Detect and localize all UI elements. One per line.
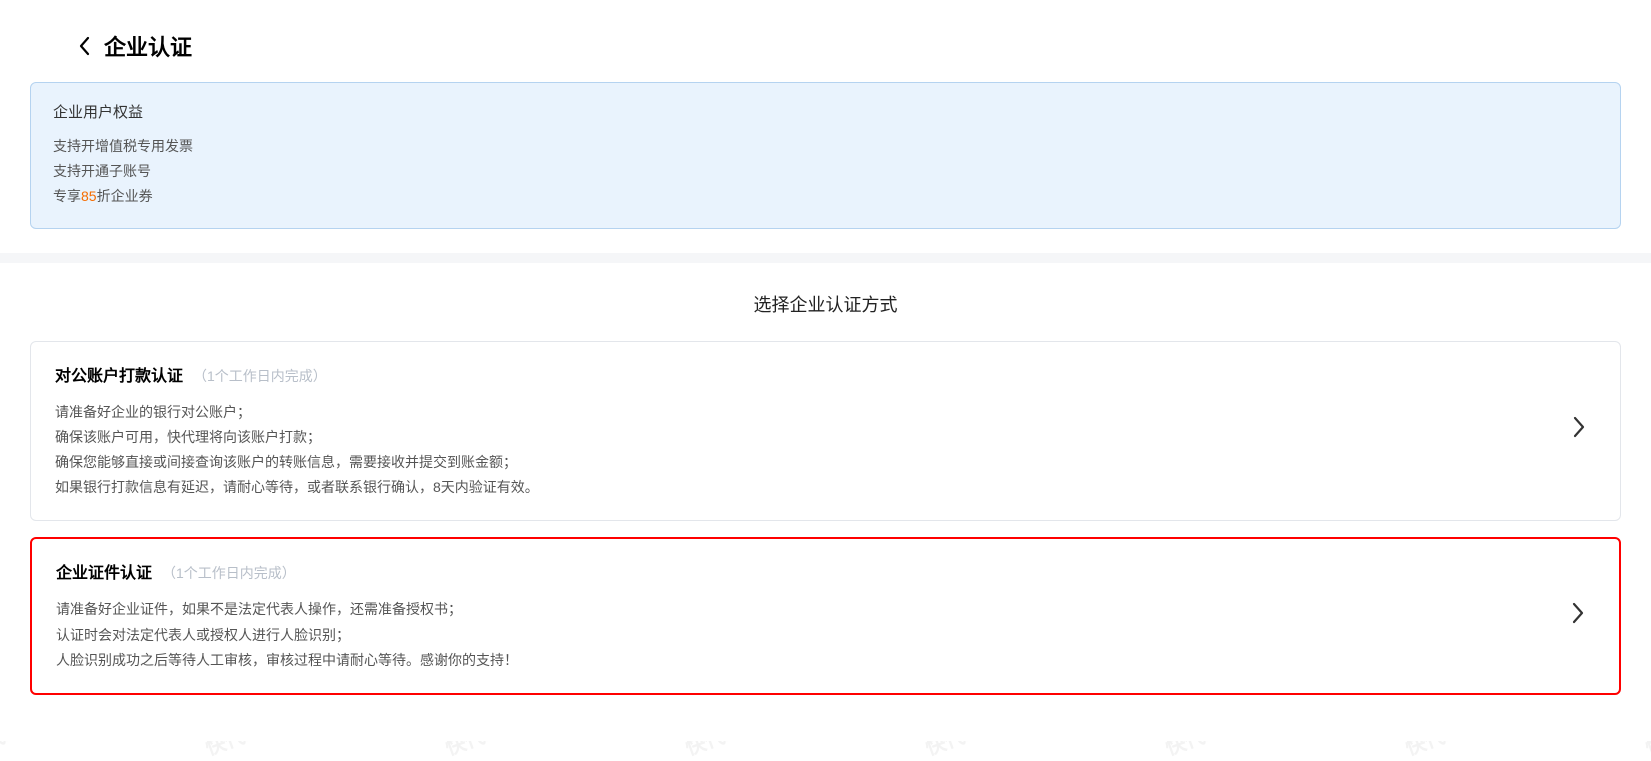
choose-method-section: 选择企业认证方式 对公账户打款认证 （1个工作日内完成） 请准备好企业的银行对公… — [0, 263, 1651, 741]
method-desc-line: 确保该账户可用，快代理将向该账户打款； — [55, 425, 1562, 450]
section-title: 选择企业认证方式 — [30, 291, 1621, 317]
method-note: （1个工作日内完成） — [193, 366, 327, 386]
method-header: 企业证件认证 （1个工作日内完成） — [56, 559, 1561, 583]
benefit-prefix: 专享 — [53, 188, 81, 204]
benefits-title: 企业用户权益 — [53, 101, 1598, 122]
benefit-discount-number: 85 — [81, 188, 97, 204]
back-button[interactable] — [78, 36, 90, 56]
benefits-panel: 企业用户权益 支持开增值税专用发票 支持开通子账号 专享85折企业券 — [30, 82, 1621, 229]
method-desc-line: 确保您能够直接或间接查询该账户的转账信息，需要接收并提交到账金额； — [55, 450, 1562, 475]
benefit-item: 专享85折企业券 — [53, 184, 1598, 209]
method-title: 对公账户打款认证 — [55, 362, 183, 386]
method-card-certificate[interactable]: 企业证件认证 （1个工作日内完成） 请准备好企业证件，如果不是法定代表人操作，还… — [30, 537, 1621, 695]
benefit-suffix: 折企业券 — [97, 188, 153, 204]
method-note: （1个工作日内完成） — [162, 563, 296, 583]
method-desc-line: 如果银行打款信息有延迟，请耐心等待，或者联系银行确认，8天内验证有效。 — [55, 475, 1562, 500]
method-desc-line: 人脸识别成功之后等待人工审核，审核过程中请耐心等待。感谢你的支持！ — [56, 648, 1561, 673]
page-title: 企业认证 — [104, 30, 192, 62]
benefit-item: 支持开通子账号 — [53, 159, 1598, 184]
benefit-item: 支持开增值税专用发票 — [53, 134, 1598, 159]
chevron-left-icon — [78, 36, 90, 56]
chevron-right-icon — [1562, 415, 1596, 446]
page-header: 企业认证 — [30, 0, 1621, 82]
method-header: 对公账户打款认证 （1个工作日内完成） — [55, 362, 1562, 386]
method-desc-line: 认证时会对法定代表人或授权人进行人脸识别； — [56, 623, 1561, 648]
method-desc-line: 请准备好企业的银行对公账户； — [55, 400, 1562, 425]
chevron-right-icon — [1561, 601, 1595, 632]
section-divider — [0, 253, 1651, 263]
top-section: 企业认证 企业用户权益 支持开增值税专用发票 支持开通子账号 专享85折企业券 — [0, 0, 1651, 253]
method-desc-line: 请准备好企业证件，如果不是法定代表人操作，还需准备授权书； — [56, 597, 1561, 622]
method-content: 企业证件认证 （1个工作日内完成） 请准备好企业证件，如果不是法定代表人操作，还… — [56, 559, 1561, 673]
method-card-bank-transfer[interactable]: 对公账户打款认证 （1个工作日内完成） 请准备好企业的银行对公账户； 确保该账户… — [30, 341, 1621, 522]
method-title: 企业证件认证 — [56, 559, 152, 583]
method-content: 对公账户打款认证 （1个工作日内完成） 请准备好企业的银行对公账户； 确保该账户… — [55, 362, 1562, 501]
